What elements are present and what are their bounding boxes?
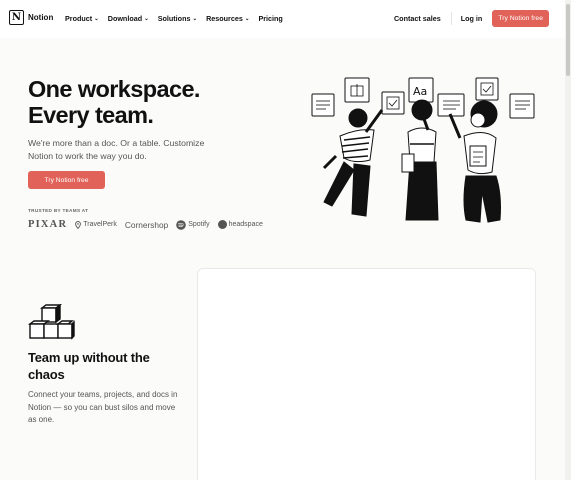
try-notion-free-nav-button[interactable]: Try Notion free [492, 10, 549, 27]
hero-title: One workspace. Every team. [28, 76, 200, 128]
nav-item-label: Product [65, 14, 93, 23]
headspace-dot-icon [217, 220, 227, 229]
travelperk-logo: TravelPerk [75, 220, 117, 229]
pixar-logo: PIXAR [28, 219, 68, 230]
chevron-down-icon: ⌄ [144, 15, 149, 22]
try-notion-free-hero-button[interactable]: Try Notion free [28, 171, 105, 189]
feature-description: Connect your teams, projects, and docs i… [28, 390, 178, 424]
hero-subtitle: We're more than a doc. Or a table. Custo… [28, 138, 205, 161]
location-pin-icon [75, 220, 82, 229]
spotify-icon [176, 219, 187, 230]
feature-title: Team up without the chaos [28, 350, 150, 382]
scrollbar-thumb[interactable] [566, 4, 570, 76]
nav-divider [450, 12, 452, 25]
person-right [448, 100, 501, 223]
person-center [401, 99, 439, 221]
nav-menu: Product ⌄ Download ⌄ Solutions ⌄ Resourc… [65, 14, 283, 23]
nav-item-pricing[interactable]: Pricing [258, 14, 282, 23]
text-card-glyph: Aa [413, 85, 427, 98]
nav-actions: Contact sales Log in Try Notion free [394, 10, 549, 27]
hero-title-line-2: Every team. [28, 102, 154, 128]
contact-sales-link[interactable]: Contact sales [394, 14, 441, 23]
hero-title-line-1: One workspace. [28, 76, 200, 102]
chevron-down-icon: ⌄ [244, 15, 250, 22]
team-collaboration-illustration: Aa [311, 77, 535, 223]
cornershop-logo: Cornershop [124, 219, 169, 230]
nav-item-product[interactable]: Product ⌄ [65, 14, 99, 23]
customer-logos: PIXAR TravelPerk Cornershop Spotify head… [28, 219, 271, 230]
brand-name: Notion [28, 13, 54, 22]
person-left [322, 108, 384, 217]
nav-item-solutions[interactable]: Solutions ⌄ [158, 14, 197, 23]
lines-card [509, 93, 535, 119]
feature-preview-card [197, 268, 536, 480]
log-in-link[interactable]: Log in [461, 14, 483, 23]
nav-item-label: Pricing [258, 14, 283, 23]
notion-logo-icon: N [9, 10, 24, 25]
notion-logo[interactable]: N Notion [9, 10, 53, 25]
checkbox-card [381, 91, 405, 115]
top-nav: N Notion Product ⌄ Download ⌄ Solutions … [0, 0, 565, 38]
nav-item-label: Resources [206, 14, 243, 23]
building-blocks-icon [28, 304, 75, 340]
nav-item-resources[interactable]: Resources ⌄ [206, 14, 249, 23]
nav-item-label: Solutions [157, 14, 191, 23]
nav-item-label: Download [107, 14, 143, 23]
spotify-logo: Spotify [176, 219, 210, 230]
check-card [475, 77, 499, 101]
nav-item-download[interactable]: Download ⌄ [108, 14, 149, 23]
headspace-logo: headspace [217, 220, 263, 229]
trusted-by-label: TRUSTED BY TEAMS AT [28, 208, 89, 213]
page-scrollbar[interactable] [565, 0, 571, 480]
chevron-down-icon: ⌄ [94, 15, 99, 22]
chevron-down-icon: ⌄ [192, 15, 198, 22]
